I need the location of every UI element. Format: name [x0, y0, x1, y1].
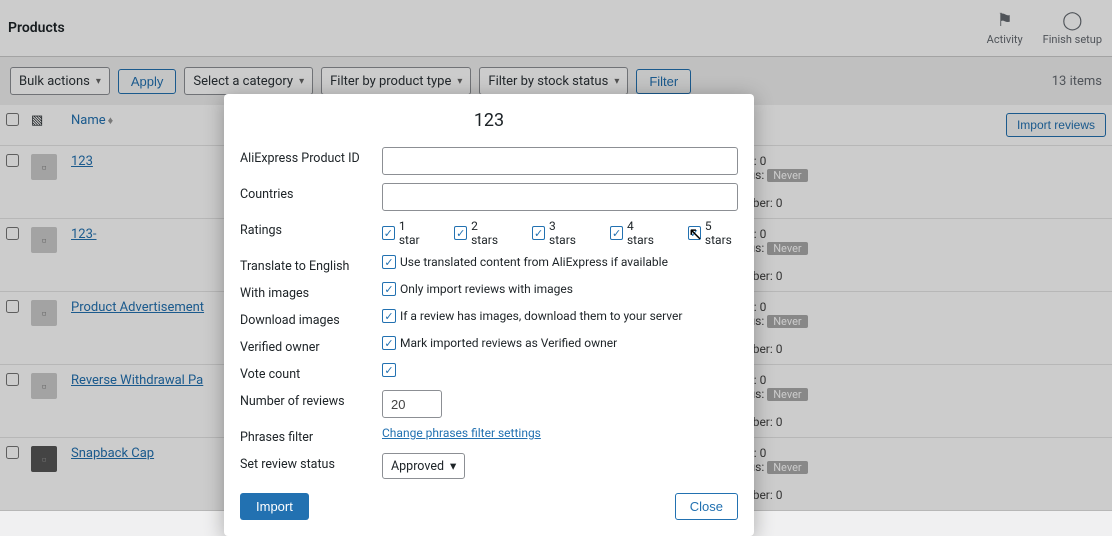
rating-2-checkbox[interactable] — [454, 226, 467, 240]
rating-1-label: 1 star — [399, 219, 426, 247]
modal-title: 123 — [240, 110, 738, 131]
rating-2-label: 2 stars — [471, 219, 504, 247]
rating-3-label: 3 stars — [549, 219, 582, 247]
verified-text: Mark imported reviews as Verified owner — [400, 336, 617, 350]
download-images-label: Download images — [240, 309, 372, 328]
close-button[interactable]: Close — [675, 493, 738, 520]
rating-5-label: 5 stars — [705, 219, 738, 247]
phrases-label: Phrases filter — [240, 426, 372, 445]
verified-checkbox[interactable] — [382, 336, 396, 350]
translate-label: Translate to English — [240, 255, 372, 274]
with-images-text: Only import reviews with images — [400, 282, 573, 296]
with-images-label: With images — [240, 282, 372, 301]
with-images-checkbox[interactable] — [382, 282, 396, 296]
chevron-down-icon: ▾ — [450, 458, 456, 474]
review-status-label: Set review status — [240, 453, 372, 472]
rating-3-checkbox[interactable] — [532, 226, 545, 240]
vote-count-label: Vote count — [240, 363, 372, 382]
rating-5-checkbox[interactable] — [688, 226, 701, 240]
download-images-checkbox[interactable] — [382, 309, 396, 323]
product-id-input[interactable] — [382, 147, 738, 175]
rating-4-checkbox[interactable] — [610, 226, 623, 240]
verified-label: Verified owner — [240, 336, 372, 355]
product-id-label: AliExpress Product ID — [240, 147, 372, 166]
translate-checkbox[interactable] — [382, 255, 396, 269]
ratings-label: Ratings — [240, 219, 372, 238]
countries-label: Countries — [240, 183, 372, 202]
review-status-value: Approved — [391, 459, 444, 474]
rating-4-label: 4 stars — [627, 219, 660, 247]
num-reviews-label: Number of reviews — [240, 390, 372, 409]
import-button[interactable]: Import — [240, 493, 309, 520]
phrases-link[interactable]: Change phrases filter settings — [382, 426, 541, 440]
download-images-text: If a review has images, download them to… — [400, 309, 682, 323]
translate-text: Use translated content from AliExpress i… — [400, 255, 668, 269]
num-reviews-input[interactable] — [382, 390, 442, 418]
vote-count-checkbox[interactable] — [382, 363, 396, 377]
rating-1-checkbox[interactable] — [382, 226, 395, 240]
countries-input[interactable] — [382, 183, 738, 211]
import-modal: 123 AliExpress Product ID Countries Rati… — [224, 94, 754, 536]
review-status-select[interactable]: Approved ▾ — [382, 453, 465, 479]
